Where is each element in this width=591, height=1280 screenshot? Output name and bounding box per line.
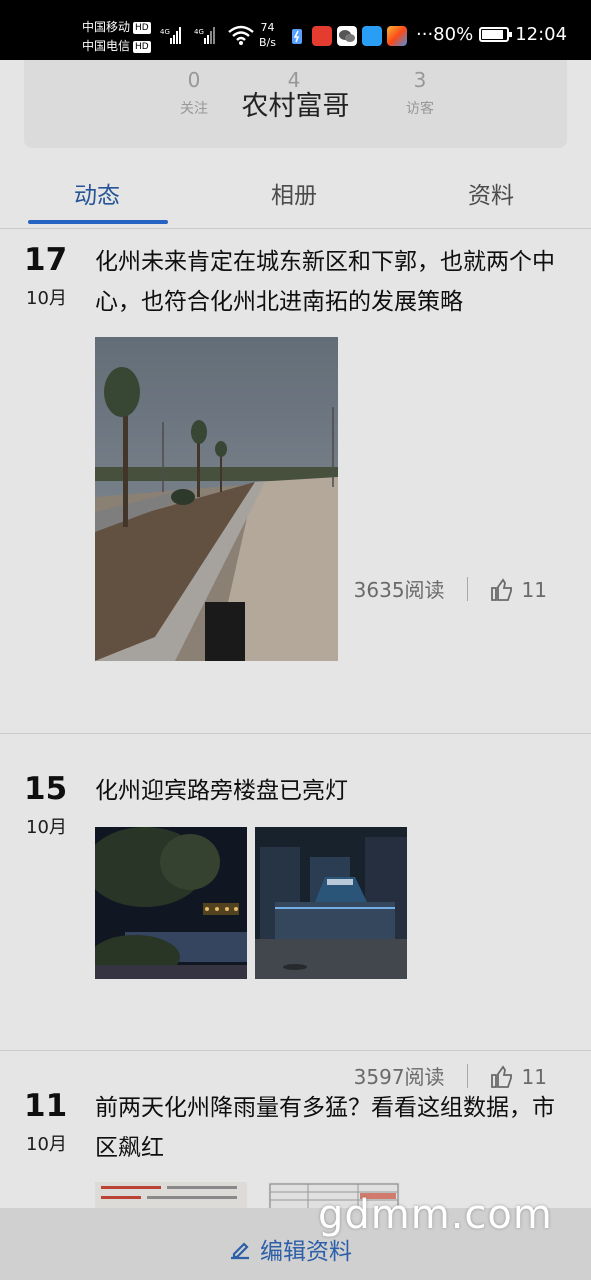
- post-item[interactable]: 15 10月 化州迎宾路旁楼盘已亮灯 3597阅读 11: [0, 733, 591, 1089]
- tab-bar: 动态 相册 资料: [0, 162, 591, 229]
- tab-posts[interactable]: 动态: [74, 176, 120, 210]
- battery-icon: [479, 27, 513, 42]
- carrier-2: 中国电信: [82, 39, 131, 53]
- tab-profile-info[interactable]: 资料: [468, 176, 514, 210]
- status-right: ···80% 12:04: [416, 24, 567, 45]
- post-title[interactable]: 化州未来肯定在城东新区和下郭，也就两个中心，也符合化州北进南拓的发展策略: [95, 242, 565, 322]
- signal-icon: 4G: [194, 27, 215, 44]
- edit-profile-label: 编辑资料: [260, 1239, 352, 1265]
- like-count: 11: [521, 578, 547, 602]
- post-month: 10月: [26, 817, 67, 838]
- post-title[interactable]: 化州迎宾路旁楼盘已亮灯: [95, 771, 565, 811]
- net-speed: 74 B/s: [259, 20, 276, 50]
- search-app-icon: [362, 26, 382, 46]
- app-icon: [387, 26, 407, 46]
- like-button[interactable]: 11: [490, 578, 547, 602]
- tab-album[interactable]: 相册: [271, 176, 317, 210]
- post-day: 11: [24, 1088, 68, 1124]
- post-item[interactable]: 17 10月 化州未来肯定在城东新区和下郭，也就两个中心，也符合化州北进南拓的发…: [0, 230, 591, 734]
- more-icon: ···: [416, 24, 434, 45]
- post-day: 17: [24, 242, 68, 278]
- post-image[interactable]: [95, 827, 247, 979]
- post-day: 15: [24, 771, 68, 807]
- carrier-info: 中国移动 HD 中国电信 HD: [82, 18, 151, 56]
- net-speed-unit: B/s: [259, 36, 276, 49]
- post-meta: 3635阅读 11: [354, 574, 547, 603]
- pencil-icon: [231, 1242, 249, 1260]
- post-month: 10月: [26, 1134, 67, 1155]
- status-bar: 中国移动 HD 中国电信 HD 4G 4G 74 B/s ···80% 12:04: [0, 0, 591, 60]
- post-month: 10月: [26, 288, 67, 309]
- weibo-icon: [312, 26, 332, 46]
- wechat-icon: [337, 26, 357, 46]
- signal-icon: 4G: [160, 27, 181, 44]
- carrier-1: 中国移动: [82, 20, 131, 34]
- hd-badge: HD: [133, 22, 151, 34]
- read-count: 3635阅读: [353, 578, 445, 602]
- battery-percent: 80%: [433, 24, 474, 45]
- wifi-icon: [228, 25, 254, 45]
- svg-text:4G: 4G: [194, 28, 204, 36]
- svg-text:4G: 4G: [160, 28, 170, 36]
- page-title: 农村富哥: [241, 91, 350, 122]
- profile-page: 0 关注 4 3 访客 农村富哥 动态 相册 资料 17 10月 化州未来肯定在…: [0, 60, 591, 1280]
- hd-badge: HD: [133, 41, 151, 53]
- clock: 12:04: [515, 24, 568, 45]
- post-image[interactable]: [95, 337, 338, 661]
- thumbs-up-icon: [490, 578, 512, 601]
- post-image[interactable]: [255, 827, 407, 979]
- post-title[interactable]: 前两天化州降雨量有多猛？看看这组数据，市区飙红: [95, 1088, 565, 1168]
- tab-indicator: [28, 220, 168, 224]
- battery-saver-icon: [292, 29, 302, 44]
- watermark: gdmm.com: [318, 1192, 553, 1238]
- net-speed-value: 74: [260, 21, 275, 34]
